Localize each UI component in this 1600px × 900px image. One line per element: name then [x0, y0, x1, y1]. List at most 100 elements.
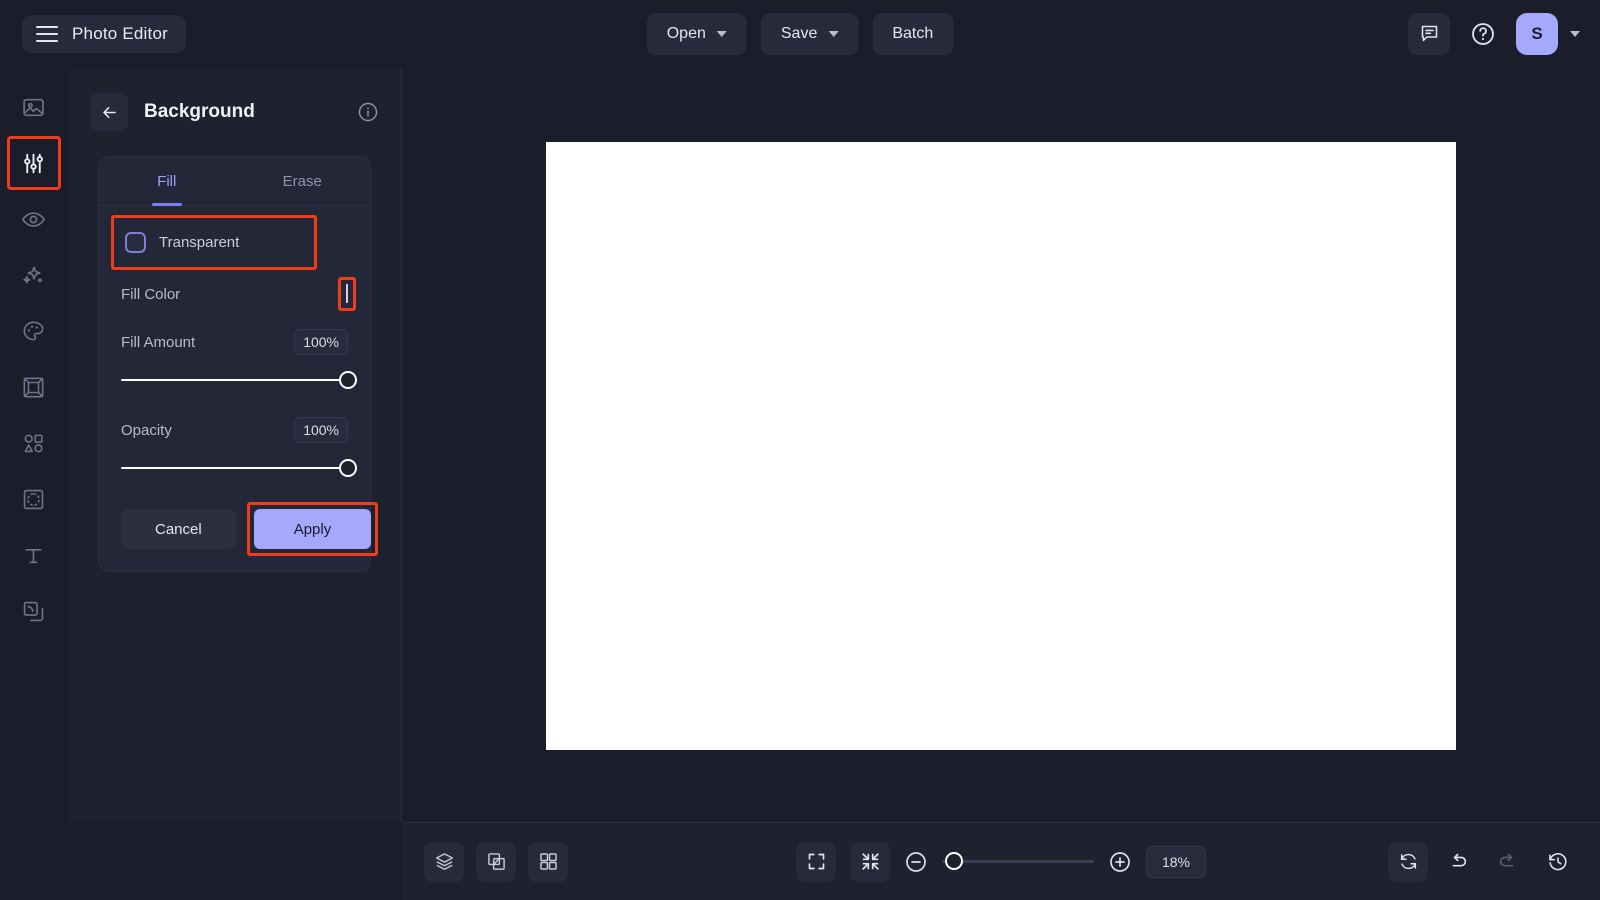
- file-actions-group: Open Save Batch: [646, 12, 954, 55]
- history-controls-group: [1388, 841, 1578, 882]
- bottom-toolbar: 18%: [402, 822, 1600, 900]
- sidebar-item-transform[interactable]: [13, 366, 55, 408]
- sidebar-item-color[interactable]: [13, 310, 55, 352]
- reset-button[interactable]: [1388, 841, 1428, 882]
- avatar[interactable]: S: [1516, 12, 1558, 55]
- layers-stack-icon: [435, 853, 453, 870]
- frame-icon: [23, 377, 44, 397]
- sidebar-item-adjust[interactable]: [6, 136, 61, 190]
- canvas-image[interactable]: [546, 142, 1456, 750]
- sidebar-item-layers[interactable]: [13, 590, 55, 632]
- fit-screen-icon: [808, 853, 824, 870]
- app-title: Photo Editor: [72, 23, 168, 43]
- compare-split-icon: [487, 853, 505, 870]
- hamburger-icon[interactable]: [36, 25, 58, 42]
- zoom-in-icon[interactable]: [1108, 850, 1132, 874]
- fill-color-label: Fill Color: [121, 285, 181, 303]
- fill-color-swatch[interactable]: [346, 284, 348, 303]
- transparent-label: Transparent: [159, 234, 240, 251]
- layers-icon: [23, 601, 44, 621]
- opacity-field: Opacity 100%: [121, 417, 348, 443]
- image-icon: [23, 98, 44, 116]
- panel-actions: Cancel Apply: [121, 502, 378, 556]
- app-menu-button[interactable]: Photo Editor: [22, 14, 186, 53]
- zoom-slider[interactable]: [942, 852, 1094, 870]
- opacity-track: [121, 467, 348, 469]
- chevron-down-icon[interactable]: [1570, 30, 1580, 37]
- arrow-left-icon: [102, 106, 116, 118]
- layers-panel-button[interactable]: [424, 841, 464, 882]
- reset-icon: [1400, 853, 1416, 870]
- sparkles-icon: [23, 266, 42, 283]
- sidebar-item-retouch[interactable]: [13, 198, 55, 240]
- back-button[interactable]: [90, 93, 128, 131]
- sliders-icon: [24, 153, 43, 173]
- compare-button[interactable]: [476, 841, 516, 882]
- chevron-down-icon: [716, 30, 727, 37]
- open-button[interactable]: Open: [646, 12, 747, 55]
- redo-icon: [1499, 853, 1514, 866]
- undo-icon: [1452, 853, 1467, 866]
- undo-button[interactable]: [1438, 842, 1478, 882]
- panel-header: Background: [68, 90, 401, 134]
- help-circle-icon: [1472, 22, 1494, 45]
- sidebar-item-text[interactable]: [13, 534, 55, 576]
- batch-label: Batch: [892, 24, 934, 42]
- zoom-controls-group: 18%: [796, 841, 1206, 882]
- fill-amount-thumb[interactable]: [339, 371, 357, 389]
- cutout-icon: [23, 489, 44, 509]
- info-icon[interactable]: [357, 101, 379, 123]
- panel-tabs: Fill Erase: [99, 157, 370, 206]
- fit-contract-button[interactable]: [850, 841, 890, 882]
- redo-button[interactable]: [1488, 842, 1528, 882]
- properties-panel: Background Fill Erase Transparent Fill C…: [68, 68, 402, 822]
- zoom-level-value[interactable]: 18%: [1146, 845, 1206, 878]
- view-mode-group: [424, 841, 568, 882]
- apply-button[interactable]: Apply: [253, 509, 372, 549]
- transparent-checkbox-row[interactable]: Transparent: [110, 215, 318, 270]
- fill-amount-value[interactable]: 100%: [294, 329, 348, 355]
- fill-amount-label: Fill Amount: [121, 333, 196, 351]
- open-label: Open: [666, 24, 706, 42]
- tab-erase[interactable]: Erase: [235, 157, 371, 205]
- chevron-down-icon: [828, 30, 839, 37]
- zoom-slider-thumb[interactable]: [945, 852, 964, 870]
- opacity-value[interactable]: 100%: [294, 417, 348, 443]
- background-fill-card: Fill Erase Transparent Fill Color Fill A…: [98, 156, 378, 572]
- sidebar-item-shapes[interactable]: [13, 422, 55, 464]
- feedback-button[interactable]: [1408, 12, 1450, 55]
- fill-color-swatch-wrap: [338, 277, 356, 311]
- grid-view-button[interactable]: [528, 841, 568, 882]
- history-icon: [1549, 852, 1567, 870]
- batch-button[interactable]: Batch: [872, 12, 954, 55]
- app-root: Photo Editor Open Save Batch S Backgroun…: [0, 0, 1600, 900]
- account-actions-group: S: [1408, 12, 1580, 55]
- apply-button-wrap: Apply: [246, 502, 378, 556]
- help-button[interactable]: [1462, 13, 1504, 55]
- fit-screen-button[interactable]: [796, 841, 836, 882]
- opacity-thumb[interactable]: [339, 459, 357, 477]
- tab-fill[interactable]: Fill: [99, 157, 235, 205]
- grid-icon: [539, 853, 557, 870]
- sidebar-item-image[interactable]: [13, 86, 55, 128]
- sidebar-item-effects[interactable]: [13, 254, 55, 296]
- transparent-checkbox[interactable]: [125, 232, 146, 253]
- save-button[interactable]: Save: [760, 12, 859, 55]
- cancel-button[interactable]: Cancel: [121, 509, 236, 549]
- opacity-slider[interactable]: [121, 457, 357, 479]
- sidebar-item-background[interactable]: [13, 478, 55, 520]
- history-button[interactable]: [1538, 842, 1578, 882]
- fill-amount-track: [121, 379, 348, 381]
- palette-icon: [23, 321, 44, 340]
- top-toolbar: Photo Editor Open Save Batch S: [0, 0, 1600, 68]
- canvas-stage[interactable]: [402, 68, 1600, 822]
- save-label: Save: [780, 24, 818, 42]
- fill-amount-slider[interactable]: [121, 369, 357, 391]
- fill-amount-field: Fill Amount 100%: [121, 329, 348, 355]
- shapes-icon: [24, 434, 43, 452]
- comment-icon: [1421, 25, 1437, 42]
- tool-rail: [0, 68, 68, 822]
- zoom-out-icon[interactable]: [904, 850, 928, 874]
- text-icon: [25, 548, 42, 563]
- opacity-label: Opacity: [121, 421, 172, 439]
